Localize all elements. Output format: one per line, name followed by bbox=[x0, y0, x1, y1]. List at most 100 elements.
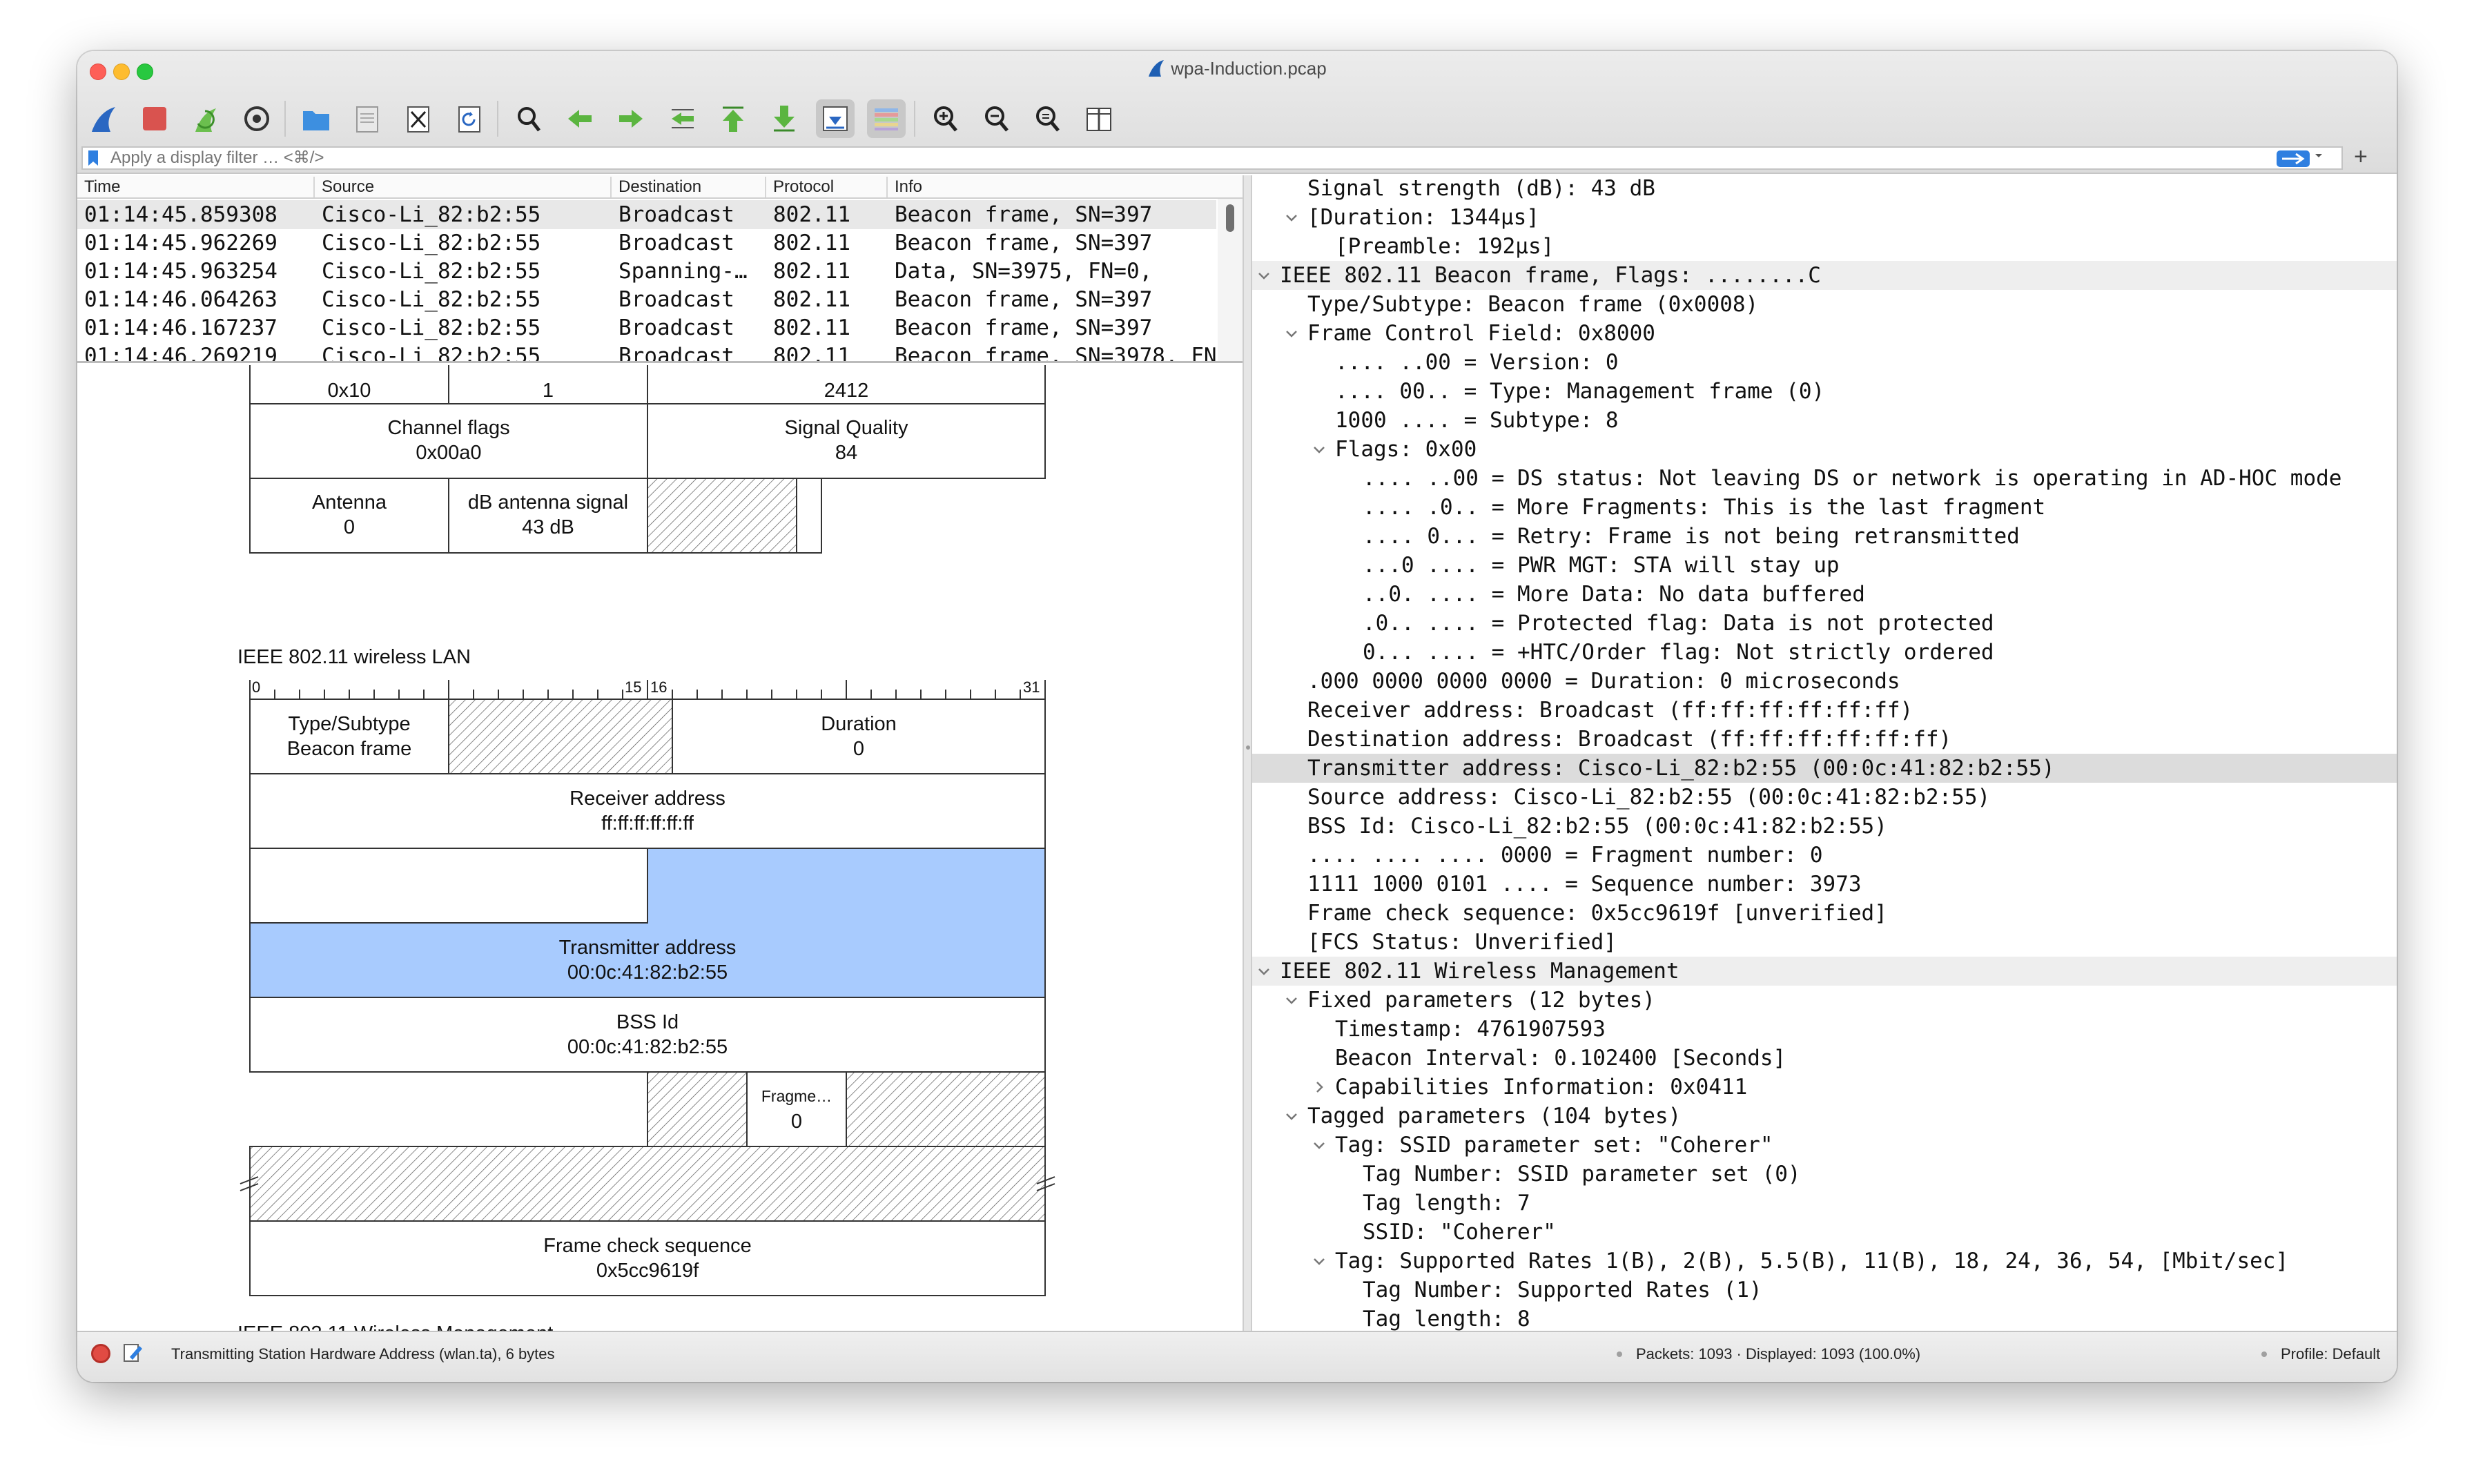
detail-tree-row[interactable]: Tag: Supported Rates 1(B), 2(B), 5.5(B),… bbox=[1252, 1247, 2397, 1276]
chevron-down-icon[interactable] bbox=[1284, 210, 1299, 225]
detail-tree-row[interactable]: Tag: SSID parameter set: "Coherer" bbox=[1252, 1131, 2397, 1160]
detail-tree-row[interactable]: 1000 .... = Subtype: 8 bbox=[1252, 406, 2397, 435]
reload-file-button[interactable] bbox=[450, 99, 489, 138]
scrollbar-thumb[interactable] bbox=[1226, 204, 1234, 232]
capture-options-button[interactable] bbox=[237, 99, 276, 138]
detail-tree-row[interactable]: Tag Number: Supported Rates (1) bbox=[1252, 1276, 2397, 1305]
open-file-button[interactable] bbox=[297, 99, 335, 138]
edit-comment-icon[interactable] bbox=[121, 1342, 144, 1364]
add-filter-button[interactable]: + bbox=[2354, 144, 2368, 170]
detail-tree-row[interactable]: Source address: Cisco-Li_82:b2:55 (00:0c… bbox=[1252, 783, 2397, 812]
detail-tree-row[interactable]: Receiver address: Broadcast (ff:ff:ff:ff… bbox=[1252, 696, 2397, 725]
splitter-handle[interactable] bbox=[1246, 745, 1250, 750]
detail-tree-row[interactable]: Destination address: Broadcast (ff:ff:ff… bbox=[1252, 725, 2397, 754]
detail-tree-row[interactable]: BSS Id: Cisco-Li_82:b2:55 (00:0c:41:82:b… bbox=[1252, 812, 2397, 841]
packet-row[interactable]: 01:14:46.269219 Cisco-Li_82:b2:55 Broadcas… bbox=[77, 342, 1216, 361]
last-packet-button[interactable] bbox=[765, 99, 803, 138]
filter-history-dropdown[interactable] bbox=[2314, 149, 2324, 164]
display-filter-input[interactable] bbox=[81, 146, 2343, 170]
filter-bookmark-icon[interactable] bbox=[87, 149, 99, 167]
start-capture-button[interactable] bbox=[84, 99, 123, 138]
first-packet-button[interactable] bbox=[714, 99, 752, 138]
receiver-address-field[interactable] bbox=[249, 773, 1046, 849]
detail-tree-row[interactable]: Capabilities Information: 0x0411 bbox=[1252, 1073, 2397, 1102]
detail-tree-row[interactable]: .... ..00 = Version: 0 bbox=[1252, 348, 2397, 377]
detail-tree-row[interactable]: 1111 1000 0101 .... = Sequence number: 3… bbox=[1252, 870, 2397, 899]
packet-row[interactable]: 01:14:45.962269 Cisco-Li_82:b2:55 Broadcas… bbox=[77, 228, 1216, 257]
detail-tree-row[interactable]: .... .0.. = More Fragments: This is the … bbox=[1252, 493, 2397, 522]
detail-tree-row[interactable]: SSID: "Coherer" bbox=[1252, 1218, 2397, 1247]
chevron-down-icon[interactable] bbox=[1256, 964, 1272, 979]
detail-tree-row[interactable]: .... 00.. = Type: Management frame (0) bbox=[1252, 377, 2397, 406]
detail-tree-row[interactable]: .... 0... = Retry: Frame is not being re… bbox=[1252, 522, 2397, 551]
detail-tree-row[interactable]: Tag length: 7 bbox=[1252, 1189, 2397, 1218]
go-forward-button[interactable] bbox=[612, 99, 650, 138]
detail-tree-row[interactable]: Signal strength (dB): 43 dB bbox=[1252, 175, 2397, 203]
save-file-button[interactable] bbox=[348, 99, 387, 138]
profile-selector[interactable]: Profile: Default bbox=[2281, 1345, 2380, 1364]
detail-tree-row[interactable]: ..0. .... = More Data: No data buffered bbox=[1252, 580, 2397, 609]
colorize-button[interactable] bbox=[867, 99, 906, 138]
detail-tree-row[interactable]: Flags: 0x00 bbox=[1252, 435, 2397, 464]
detail-tree-row[interactable]: Tagged parameters (104 bytes) bbox=[1252, 1102, 2397, 1131]
packet-row[interactable]: 01:14:46.167237 Cisco-Li_82:b2:55 Broadcas… bbox=[77, 313, 1216, 342]
restart-capture-button[interactable] bbox=[186, 99, 225, 138]
go-to-packet-button[interactable] bbox=[663, 99, 701, 138]
detail-tree-row[interactable]: .... .... .... 0000 = Fragment number: 0 bbox=[1252, 841, 2397, 870]
chevron-down-icon[interactable] bbox=[1284, 993, 1299, 1008]
packet-row[interactable]: 01:14:45.859308 Cisco-Li_82:b2:55 Broadcas… bbox=[77, 200, 1216, 229]
detail-tree-row[interactable]: Fixed parameters (12 bytes) bbox=[1252, 986, 2397, 1015]
detail-tree-row[interactable]: IEEE 802.11 Beacon frame, Flags: .......… bbox=[1252, 261, 2397, 290]
chevron-down-icon[interactable] bbox=[1256, 268, 1272, 283]
detail-tree-row[interactable]: [Preamble: 192µs] bbox=[1252, 232, 2397, 261]
chevron-down-icon[interactable] bbox=[1312, 1253, 1327, 1269]
column-header-source[interactable]: Source bbox=[315, 177, 612, 197]
chevron-down-icon[interactable] bbox=[1312, 1138, 1327, 1153]
detail-tree-row[interactable]: 0... .... = +HTC/Order flag: Not strictl… bbox=[1252, 638, 2397, 667]
detail-tree-row[interactable]: .0.. .... = Protected flag: Data is not … bbox=[1252, 609, 2397, 638]
detail-tree-row[interactable]: Timestamp: 4761907593 bbox=[1252, 1015, 2397, 1044]
find-packet-button[interactable] bbox=[509, 99, 548, 138]
detail-tree-row[interactable]: [FCS Status: Unverified] bbox=[1252, 928, 2397, 957]
close-file-button[interactable] bbox=[399, 99, 438, 138]
bss-id-field[interactable] bbox=[249, 997, 1046, 1073]
zoom-out-button[interactable] bbox=[977, 99, 1016, 138]
apply-filter-button[interactable] bbox=[2277, 150, 2310, 167]
frame-check-sequence-field[interactable] bbox=[249, 1220, 1046, 1296]
detail-tree-row[interactable]: Tag length: 8 bbox=[1252, 1305, 2397, 1331]
detail-tree-row[interactable]: IEEE 802.11 Wireless Management bbox=[1252, 957, 2397, 986]
detail-tree-row[interactable]: ...0 .... = PWR MGT: STA will stay up bbox=[1252, 551, 2397, 580]
detail-tree-row[interactable]: .000 0000 0000 0000 = Duration: 0 micros… bbox=[1252, 667, 2397, 696]
chevron-down-icon[interactable] bbox=[1284, 326, 1299, 341]
chevron-down-icon[interactable] bbox=[1284, 1109, 1299, 1124]
detail-tree-row[interactable]: Transmitter address: Cisco-Li_82:b2:55 (… bbox=[1252, 754, 2397, 783]
resize-columns-button[interactable] bbox=[1080, 99, 1118, 138]
fragment-number-field[interactable] bbox=[746, 1071, 847, 1147]
type-subtype-field[interactable] bbox=[249, 699, 449, 774]
go-back-button[interactable] bbox=[561, 99, 599, 138]
column-header-protocol[interactable]: Protocol bbox=[766, 177, 888, 197]
sequence-number-field[interactable] bbox=[846, 1071, 1046, 1147]
detail-tree-row[interactable]: Frame check sequence: 0x5cc9619f [unveri… bbox=[1252, 899, 2397, 928]
packet-list-scrollbar[interactable] bbox=[1218, 199, 1243, 361]
frame-control-flags-field[interactable] bbox=[448, 699, 673, 774]
detail-tree-row[interactable]: Type/Subtype: Beacon frame (0x0008) bbox=[1252, 290, 2397, 319]
normal-size-button[interactable] bbox=[1029, 99, 1067, 138]
pane-splitter[interactable] bbox=[1243, 175, 1252, 1331]
detail-tree-row[interactable]: Beacon Interval: 0.102400 [Seconds] bbox=[1252, 1044, 2397, 1073]
column-header-time[interactable]: Time bbox=[77, 177, 315, 197]
zoom-in-button[interactable] bbox=[926, 99, 965, 138]
chevron-right-icon[interactable] bbox=[1312, 1080, 1327, 1095]
detail-tree-row[interactable]: Frame Control Field: 0x8000 bbox=[1252, 319, 2397, 348]
expert-info-icon[interactable] bbox=[91, 1344, 110, 1363]
column-header-info[interactable]: Info bbox=[888, 177, 1218, 197]
column-header-destination[interactable]: Destination bbox=[612, 177, 766, 197]
packet-row[interactable]: 01:14:45.963254 Cisco-Li_82:b2:55 Spanning… bbox=[77, 257, 1216, 286]
duration-field[interactable] bbox=[672, 699, 1046, 774]
chevron-down-icon[interactable] bbox=[1312, 442, 1327, 457]
detail-tree-row[interactable]: Tag Number: SSID parameter set (0) bbox=[1252, 1160, 2397, 1189]
detail-tree-row[interactable]: .... ..00 = DS status: Not leaving DS or… bbox=[1252, 464, 2397, 493]
autoscroll-button[interactable] bbox=[816, 99, 855, 138]
packet-row[interactable]: 01:14:46.064263 Cisco-Li_82:b2:55 Broadcas… bbox=[77, 285, 1216, 314]
stop-capture-button[interactable] bbox=[135, 99, 174, 138]
